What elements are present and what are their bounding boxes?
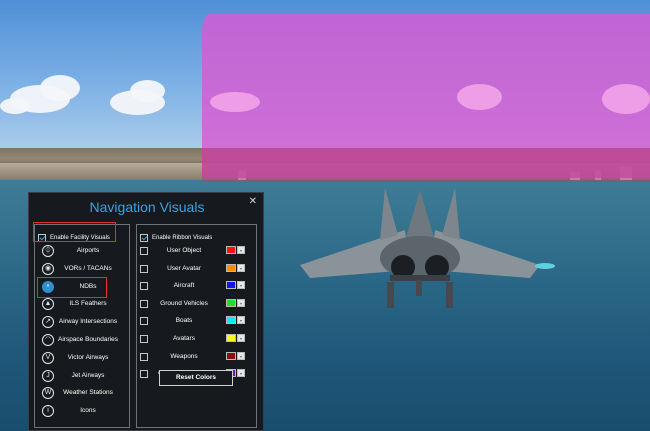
color-picker-dropdown-icon[interactable]: ▾ xyxy=(237,263,245,272)
color-picker-dropdown-icon[interactable]: ▾ xyxy=(237,246,245,254)
facility-item-label: Airspace Boundaries xyxy=(58,336,118,343)
facility-item-airspace-boundaries[interactable]: ◠ Airspace Boundaries xyxy=(38,333,128,349)
facility-item-ils-feathers[interactable]: ▲ ILS Feathers xyxy=(38,297,128,313)
ribbon-checkbox[interactable] xyxy=(140,282,148,291)
ribbon-item-label: Weapons xyxy=(170,352,198,360)
ribbon-item-label: Aircraft xyxy=(173,282,195,290)
cloud xyxy=(210,92,260,112)
facility-item-label: Airway Intersections xyxy=(58,318,118,326)
highlight-enable-facility xyxy=(33,222,116,242)
facility-item-label: Icons xyxy=(80,407,96,415)
facility-item-label: Victor Airways xyxy=(67,353,109,361)
color-picker-dropdown-icon[interactable]: ▾ xyxy=(237,316,245,325)
color-swatch[interactable] xyxy=(226,316,236,325)
facility-item-jet-airways[interactable]: J Jet Airways xyxy=(38,369,128,385)
color-swatch[interactable] xyxy=(226,246,236,254)
dialog-title: Navigation Visuals xyxy=(89,199,205,215)
facility-item-weather-stations[interactable]: W Weather Stations xyxy=(38,386,128,402)
ribbon-checkbox[interactable] xyxy=(140,317,148,326)
facility-item-label: VORs / TACANs xyxy=(64,264,112,272)
ribbon-item-label: Avatars xyxy=(173,335,195,342)
ribbon-item-label: Ground Vehicles xyxy=(160,299,208,307)
ribbon-checkbox[interactable] xyxy=(140,264,148,273)
facility-item-vors-tacans[interactable]: ◉ VORs / TACANs xyxy=(38,262,128,278)
facility-visuals-panel: Enable Facility Visuals ⏀ Airports ◉ VORs /… xyxy=(34,224,130,428)
cloud xyxy=(457,84,502,110)
ribbon-item-avatars: Avatars ▾ xyxy=(140,332,254,346)
cloud xyxy=(40,75,80,101)
ribbon-visuals-panel: Enable Ribbon Visuals User Object ▾ User A… xyxy=(136,224,257,428)
ribbon-item-label: User Object xyxy=(166,247,202,254)
facility-item-airway-intersections[interactable]: ↗ Airway Intersections xyxy=(38,315,128,331)
cloud xyxy=(0,98,30,114)
color-swatch[interactable] xyxy=(226,263,236,272)
ribbon-item-aircraft: Aircraft ▾ xyxy=(140,279,254,293)
color-picker-dropdown-icon[interactable]: ▾ xyxy=(237,298,245,307)
color-swatch[interactable] xyxy=(226,351,236,360)
color-picker-dropdown-icon[interactable]: ▾ xyxy=(237,334,245,342)
ribbon-item-label: User Avatar xyxy=(167,264,201,272)
ribbon-item-user-avatar: User Avatar ▾ xyxy=(140,262,254,276)
facility-item-airports[interactable]: ⏀ Airports xyxy=(38,244,128,260)
facility-item-victor-airways[interactable]: V Victor Airways xyxy=(38,351,128,367)
color-picker-dropdown-icon[interactable]: ▾ xyxy=(237,351,245,360)
color-picker-dropdown-icon[interactable]: ▾ xyxy=(237,281,245,290)
cloud xyxy=(130,80,165,102)
reset-colors-button[interactable]: Reset Colors xyxy=(159,370,233,386)
ribbon-item-weapons: Weapons ▾ xyxy=(140,350,254,364)
ribbon-checkbox[interactable] xyxy=(140,247,148,255)
color-picker-dropdown-icon[interactable]: ▾ xyxy=(237,369,245,378)
ribbon-checkbox[interactable] xyxy=(140,335,148,343)
close-icon[interactable]: ✕ xyxy=(249,196,257,207)
ribbon-item-boats: Boats ▾ xyxy=(140,314,254,328)
ribbon-item-user-object: User Object ▾ xyxy=(140,244,254,258)
enable-ribbon-label: Enable Ribbon Visuals xyxy=(152,234,213,241)
ribbon-checkbox[interactable] xyxy=(140,352,148,361)
color-swatch[interactable] xyxy=(226,298,236,307)
facility-item-label: Jet Airways xyxy=(71,371,105,379)
ribbon-checkbox[interactable] xyxy=(140,299,148,308)
color-swatch[interactable] xyxy=(226,281,236,290)
fighter-jet xyxy=(300,188,555,308)
facility-item-icons[interactable]: i Icons xyxy=(38,404,128,420)
ribbon-item-label: Boats xyxy=(175,317,193,325)
facility-item-label: ILS Feathers xyxy=(69,300,107,308)
facility-item-label: Airports xyxy=(76,247,100,254)
facility-item-label: Weather Stations xyxy=(63,389,113,397)
color-swatch[interactable] xyxy=(226,334,236,342)
ribbon-checkbox[interactable] xyxy=(140,370,148,379)
ribbon-item-ground-vehicles: Ground Vehicles ▾ xyxy=(140,297,254,311)
cloud xyxy=(602,84,650,114)
highlight-ndbs xyxy=(37,277,107,298)
checkbox-icon[interactable] xyxy=(140,233,148,242)
